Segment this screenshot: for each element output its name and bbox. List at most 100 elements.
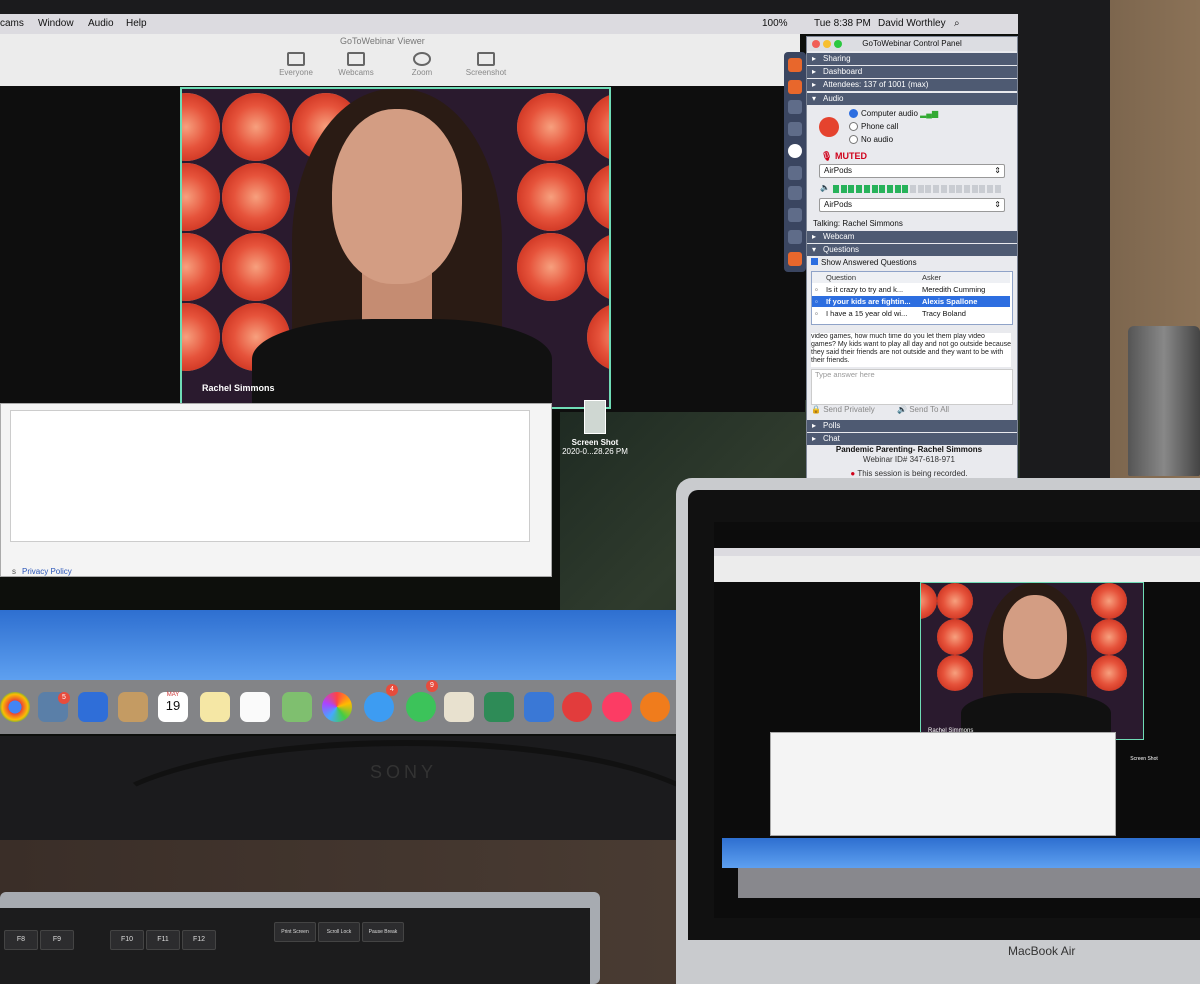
laptop-desktop-file[interactable]: Screen Shot — [1120, 756, 1168, 762]
mic-device-select[interactable]: AirPods — [819, 164, 1005, 178]
spotlight-icon[interactable]: ⌕ — [954, 18, 960, 29]
meter-segment — [948, 185, 955, 193]
chrome-icon[interactable] — [0, 692, 30, 722]
show-answered-checkbox[interactable]: Show Answered Questions — [811, 258, 917, 267]
presenter-icon[interactable] — [788, 186, 802, 200]
column-question[interactable]: Question — [826, 272, 856, 283]
photos-icon[interactable] — [322, 692, 352, 722]
keyboard-keys-area — [0, 908, 590, 984]
key-print-screen[interactable]: Print Screen — [274, 922, 316, 942]
trash-icon[interactable]: ▫ — [815, 284, 818, 295]
section-dashboard[interactable]: Dashboard — [807, 66, 1017, 78]
column-asker[interactable]: Asker — [922, 272, 941, 283]
trash-icon[interactable]: ▫ — [815, 296, 818, 307]
numbers-icon[interactable] — [484, 692, 514, 722]
record-icon[interactable] — [788, 166, 802, 180]
meter-segment — [933, 185, 940, 193]
mute-mic-icon[interactable] — [819, 117, 839, 137]
google-drive-icon[interactable] — [78, 692, 108, 722]
privacy-policy-link[interactable]: s Privacy Policy — [12, 567, 72, 576]
meter-segment — [902, 185, 909, 193]
reminders-icon[interactable] — [240, 692, 270, 722]
trash-icon[interactable]: ▫ — [815, 308, 818, 319]
speaker-device-select[interactable]: AirPods — [819, 198, 1005, 212]
menu-item-audio[interactable]: Audio — [88, 18, 114, 29]
key-f9[interactable]: F9 — [40, 930, 74, 950]
maps-icon[interactable] — [282, 692, 312, 722]
orange-slice — [1091, 619, 1127, 655]
monitor-brand: SONY — [370, 762, 438, 782]
camera-icon — [347, 52, 365, 66]
menubar-clock[interactable]: Tue 8:38 PM — [814, 18, 871, 29]
orange-slice — [587, 233, 609, 301]
mic-toggle-icon[interactable] — [788, 80, 802, 94]
books-icon[interactable] — [640, 692, 670, 722]
key-f11[interactable]: F11 — [146, 930, 180, 950]
raised-hand-icon[interactable] — [788, 252, 802, 266]
question-row[interactable]: ▫ Is it crazy to try and k... Meredith C… — [812, 284, 1010, 295]
zoom-window-icon[interactable] — [834, 40, 842, 48]
orange-slice — [937, 655, 973, 691]
play-icon[interactable] — [788, 144, 802, 158]
key-scroll-lock[interactable]: Scroll Lock — [318, 922, 360, 942]
section-polls[interactable]: Polls — [807, 420, 1017, 432]
menu-item-window[interactable]: Window — [38, 18, 74, 29]
collapse-panel-icon[interactable] — [788, 58, 802, 72]
close-window-icon[interactable] — [812, 40, 820, 48]
webcams-button[interactable]: Webcams — [326, 52, 386, 77]
section-chat[interactable]: Chat — [807, 433, 1017, 445]
orange-slice — [1091, 583, 1127, 619]
radio-phone-call[interactable]: Phone call — [849, 122, 898, 132]
section-sharing[interactable]: Sharing — [807, 53, 1017, 65]
section-audio[interactable]: Audio — [807, 93, 1017, 105]
zoom-button[interactable]: Zoom — [392, 52, 452, 77]
pages-icon[interactable] — [444, 692, 474, 722]
key-pause-break[interactable]: Pause Break — [362, 922, 404, 942]
section-questions[interactable]: Questions — [807, 244, 1017, 256]
meter-segment — [879, 185, 886, 193]
presenter-webcam[interactable]: Rachel Simmons — [180, 87, 611, 409]
orange-slice — [182, 163, 220, 231]
laptop-app-window[interactable] — [770, 732, 1116, 836]
screen-share-icon[interactable] — [788, 122, 802, 136]
meter-segment — [956, 185, 963, 193]
radio-no-audio[interactable]: No audio — [849, 135, 893, 145]
music-icon[interactable] — [602, 692, 632, 722]
menu-item-cams[interactable]: cams — [0, 18, 24, 29]
messages-icon[interactable] — [364, 692, 394, 722]
answer-input[interactable]: Type answer here — [811, 369, 1013, 405]
facetime-icon[interactable] — [406, 692, 436, 722]
section-webcam[interactable]: Webcam — [807, 231, 1017, 243]
contacts-icon[interactable] — [118, 692, 148, 722]
send-privately-button[interactable]: 🔒 Send Privately — [811, 405, 875, 414]
laptop-presenter-webcam[interactable] — [920, 582, 1144, 740]
section-attendees[interactable]: Attendees: 137 of 1001 (max) — [807, 79, 1017, 91]
key-f10[interactable]: F10 — [110, 930, 144, 950]
handouts-icon[interactable] — [788, 208, 802, 222]
radio-computer-audio[interactable]: Computer audio ▂▄▆ — [849, 109, 938, 119]
news-icon[interactable] — [562, 692, 592, 722]
minimize-window-icon[interactable] — [823, 40, 831, 48]
speaker-icon: 🔈 — [820, 183, 830, 192]
menu-item-help[interactable]: Help — [126, 18, 147, 29]
desktop-file-name: Screen Shot — [571, 438, 619, 447]
everyone-button[interactable]: Everyone — [266, 52, 326, 77]
notes-icon[interactable] — [200, 692, 230, 722]
meter-segment — [917, 185, 924, 193]
key-f12[interactable]: F12 — [182, 930, 216, 950]
menubar-user[interactable]: David Worthley — [878, 18, 946, 29]
presenter-face — [1003, 595, 1067, 679]
keynote-icon[interactable] — [524, 692, 554, 722]
key-f8[interactable]: F8 — [4, 930, 38, 950]
drawing-tools-icon[interactable] — [788, 230, 802, 244]
question-row[interactable]: ▫ I have a 15 year old wi... Tracy Bolan… — [812, 308, 1010, 319]
send-to-all-button[interactable]: 🔊 Send To All — [897, 405, 949, 414]
question-row-selected[interactable]: ▫ If your kids are fightin... Alexis Spa… — [812, 296, 1010, 307]
webcam-toggle-icon[interactable] — [788, 100, 802, 114]
screenshot-icon — [477, 52, 495, 66]
calendar-icon[interactable]: MAY 19 — [158, 692, 188, 722]
meter-segment — [971, 185, 978, 193]
battery-percent[interactable]: 100% — [762, 18, 788, 29]
screenshot-button[interactable]: Screenshot — [456, 52, 516, 77]
desktop-file-screenshot[interactable]: Screen Shot 2020-0...28.26 PM — [560, 400, 630, 456]
